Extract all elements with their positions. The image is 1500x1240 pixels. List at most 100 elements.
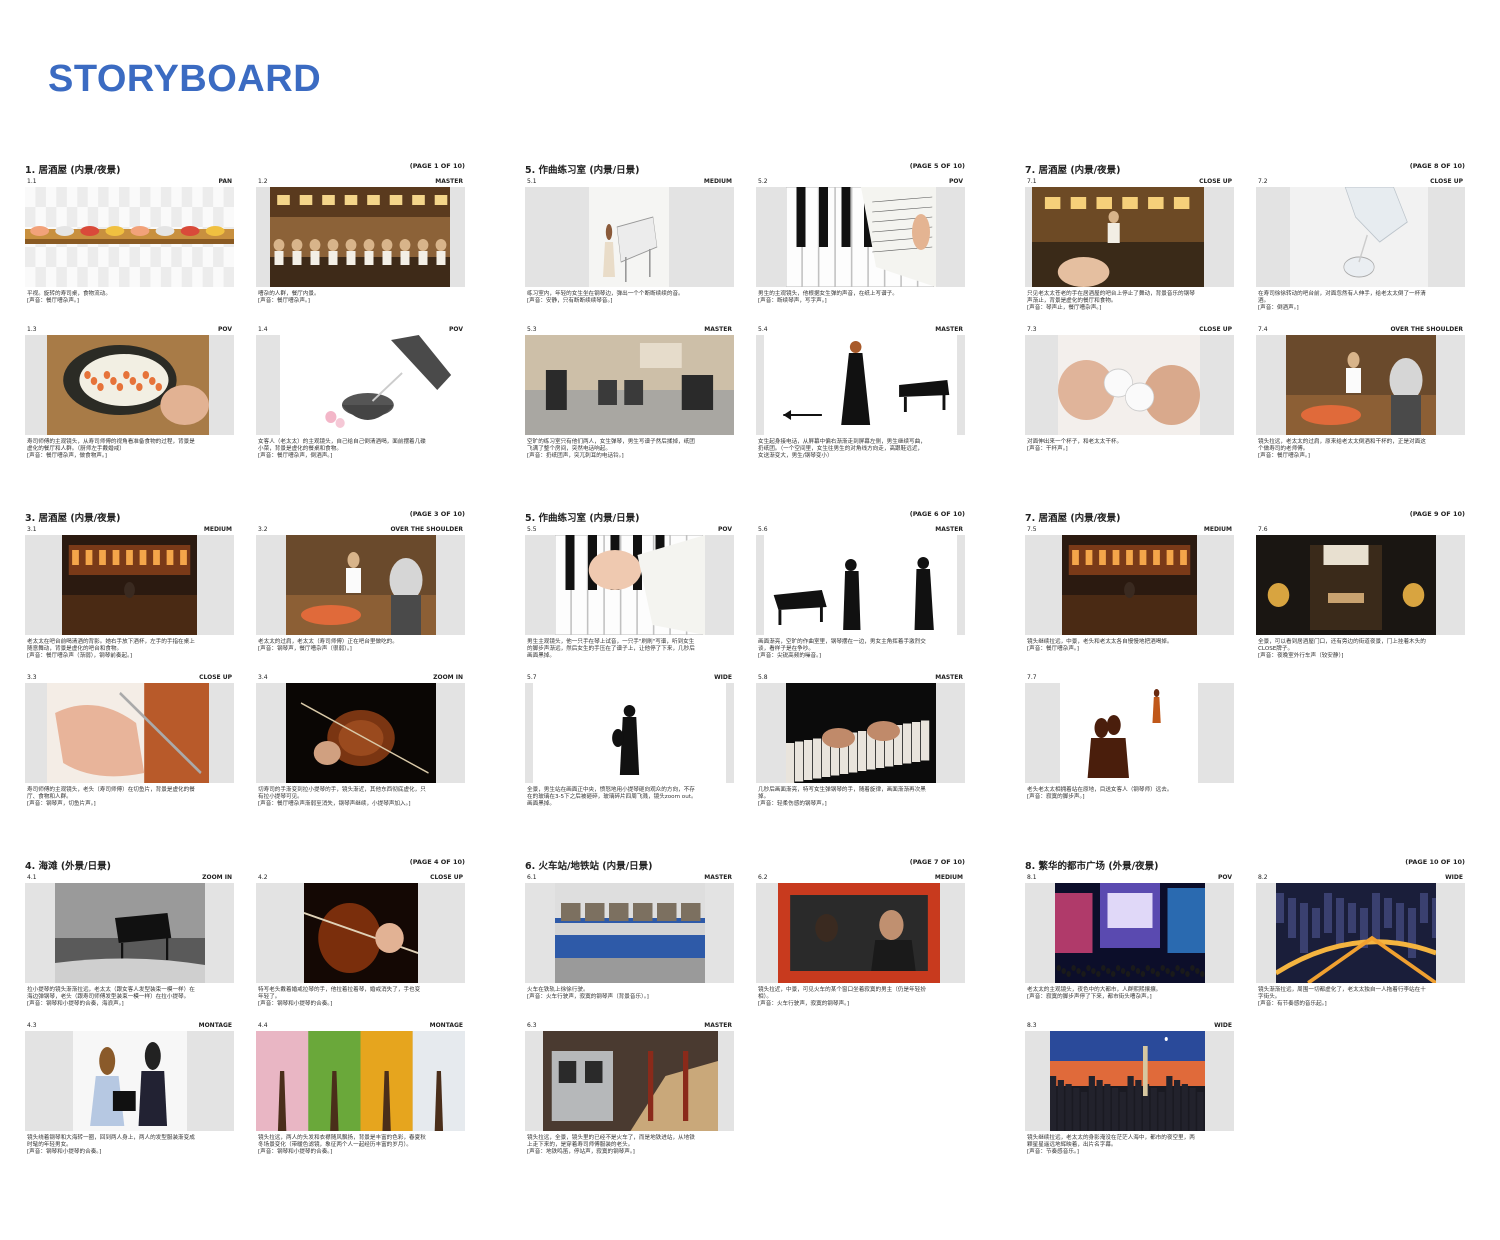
panel-description: 只见老太太苍老的手在居酒屋的吧台上停止了舞动，背景音乐的钢琴 声渐止，背景是虚化的… — [1027, 291, 1232, 313]
page-number-label: (PAGE 5 OF 10) — [909, 162, 965, 170]
description-line: [声音：餐厅嘈杂声渐弱至消失，钢琴声继续，小提琴声加入。] — [258, 801, 411, 808]
panel-description: 几秒后画面渐亮，特写女生弹钢琴的手，随着旋律，画面渐渐再次黑 掉。 [声音：轻柔伤感… — [758, 787, 963, 809]
silhouettes-piano-violin-image — [764, 535, 957, 635]
panel-frame — [525, 335, 734, 435]
shot-type: ZOOM IN — [433, 674, 463, 681]
panel-frame — [756, 535, 965, 635]
description-line: 画面黑掉。 — [527, 801, 555, 808]
shot-number: 7.4 — [1258, 326, 1268, 333]
panel-description: 男生的主观镜头，他根据女生弹的声音，在纸上写谱子。 [声音：断续琴声，写字声。] — [758, 291, 963, 305]
description-line: [声音：火车行驶声，寂寞的钢琴声（背景音乐）。] — [527, 994, 649, 1001]
shot-number: 5.5 — [527, 526, 537, 533]
page-header: 6. 火车站/地铁站 (内景/日景) (PAGE 7 OF 10) — [525, 858, 965, 872]
description-line: 在寿司徐徐转动的吧台前，对面忽然有人伸手，给老太太倒了一杯清 — [1258, 291, 1426, 297]
page-number-label: (PAGE 8 OF 10) — [1409, 162, 1465, 170]
panel-frame — [525, 683, 734, 783]
shot-number: 1.2 — [258, 178, 268, 185]
page-number-label: (PAGE 9 OF 10) — [1409, 510, 1465, 518]
storyboard-page: 6. 火车站/地铁站 (内景/日景) (PAGE 7 OF 10) 6.1 MASTE… — [525, 858, 965, 1188]
page-number-label: (PAGE 7 OF 10) — [909, 858, 965, 866]
four-seasons-trees-image — [256, 1031, 465, 1131]
page-header: 7. 居酒屋 (内景/夜景) (PAGE 9 OF 10) — [1025, 510, 1465, 524]
shot-type: WIDE — [714, 674, 732, 681]
shot-type: CLOSE UP — [1199, 178, 1232, 185]
piano-on-beach-image — [55, 883, 205, 983]
shot-number: 1.3 — [27, 326, 37, 333]
page-header: 4. 海滩 (外景/日景) (PAGE 4 OF 10) — [25, 858, 465, 872]
panel-frame — [525, 187, 734, 287]
shot-number: 6.3 — [527, 1022, 537, 1029]
panel-description: 镜头拉远，老太太的过肩，原来给老太太倒酒和干杯的，正是对面这 个做寿司的老师傅。[… — [1258, 439, 1463, 461]
storyboard-panel: 5.8 MASTER 几秒后画面渐亮，特写女生弹钢琴的手，随着旋律，画面渐渐再次黑掉… — [756, 674, 965, 816]
shot-number: 5.1 — [527, 178, 537, 185]
storyboard-panel: 4.4 MONTAGE 镜头拉远，两人的头发和衣襟随风飘扬，背景是丰富的色彩，春夏秋… — [256, 1022, 465, 1164]
shot-number: 4.3 — [27, 1022, 37, 1029]
panel-description: 镜头继续拉远，中景，老头和老太太各自慢慢地把酒喝掉。 [声音：餐厅嘈杂声。] — [1027, 639, 1232, 653]
shot-number: 8.2 — [1258, 874, 1268, 881]
storyboard-page: 8. 繁华的都市广场 (外景/夜景) (PAGE 10 OF 10) 8.1 POV 老… — [1025, 858, 1465, 1188]
shot-number: 4.2 — [258, 874, 268, 881]
scene-heading: 8. 繁华的都市广场 (外景/夜景) — [1025, 861, 1159, 872]
storyboard-panel: 5.5 POV 男生主观镜头，他一只手在琴上试音，一只手"刷刷"写谱，听到女生 的脚步… — [525, 526, 734, 668]
hand-at-sushi-bar-image — [1032, 187, 1204, 287]
description-line: [声音：尖锐高频的噪音。] — [758, 653, 822, 660]
description-line: [声音：夜晚室外行车声（较安静）] — [1258, 653, 1344, 660]
shot-type: CLOSE UP — [199, 674, 232, 681]
shot-number: 6.1 — [527, 874, 537, 881]
page-number-label: (PAGE 1 OF 10) — [409, 162, 465, 170]
panel-frame — [25, 1031, 234, 1131]
sushi-conveyor-image — [25, 187, 234, 287]
panel-frame — [525, 883, 734, 983]
scene-heading: 7. 居酒屋 (内景/夜景) — [1025, 513, 1121, 524]
blue-train-image — [555, 883, 705, 983]
shot-type: MEDIUM — [703, 178, 732, 185]
panel-description: 镜头拉远，全景，镜头里的已经不是火车了，而是地铁进站，从地铁 上走下来的，是穿着寿… — [527, 1135, 732, 1157]
piano-keys-score-image — [786, 187, 936, 287]
description-line: [声音：火车行驶声，寂寞的钢琴声。] — [758, 1001, 850, 1008]
description-line: [声音：钢琴和小提琴的合奏，海浪声。] — [27, 1001, 124, 1008]
page-header: 3. 居酒屋 (内景/夜景) (PAGE 3 OF 10) — [25, 510, 465, 524]
panel-frame — [256, 683, 465, 783]
panel-frame — [1256, 335, 1465, 435]
panel-frame — [756, 335, 965, 435]
scene-heading: 1. 居酒屋 (内景/夜景) — [25, 165, 121, 176]
storyboard-panel: 7.6 全景，可以看到居酒屋门口，还有旁边的街道夜景，门上挂着木头的 CLOSE牌子… — [1256, 526, 1465, 668]
panel-description: 女生起身接电话，从屏幕中偏右渐渐走到屏幕左侧，男生继续写曲， 扔纸团。（一个空间里… — [758, 439, 963, 461]
sake-bottle-pour-image — [1290, 187, 1428, 287]
panel-description: 寿司师傅的主观镜头，从寿司师傅的视角看准备食物的过程，背景是 虚化的餐厅和人群。（… — [27, 439, 232, 461]
storyboard-panel: 4.3 MONTAGE 镜头绕着钢琴和大海转一圈，回到两人身上，两人的发型服装渐变成… — [25, 1022, 234, 1164]
storyboard-panel: 5.2 POV 男生的主观镜头，他根据女生弹的声音，在纸上写谱子。 [声音：断续琴声，… — [756, 178, 965, 320]
description-line: [声音：餐厅嘈杂声。] — [27, 298, 79, 305]
izakaya-bar-night-image — [1062, 535, 1197, 635]
subway-station-image — [543, 1031, 718, 1131]
scene-heading: 5. 作曲练习室 (内景/日景) — [525, 513, 640, 524]
panel-frame — [1256, 883, 1465, 983]
panel-frame — [25, 535, 234, 635]
storyboard-page: 5. 作曲练习室 (内景/日景) (PAGE 6 OF 10) 5.5 POV 男生主观… — [525, 510, 965, 840]
description-line: [声音：断续琴声，写字声。] — [758, 298, 827, 305]
description-line: 在的玻璃在3-5下之后被砸碎，玻璃碎片四周飞溅，镜头zoom out。 — [527, 794, 697, 801]
shot-number: 5.4 — [758, 326, 768, 333]
sake-pouring-image — [280, 335, 465, 435]
shot-number: 3.3 — [27, 674, 37, 681]
shot-number: 5.6 — [758, 526, 768, 533]
shot-type: ZOOM IN — [202, 874, 232, 881]
izakaya-bar-night-image — [62, 535, 197, 635]
panel-frame — [256, 335, 465, 435]
sushi-roll-making-image — [47, 335, 209, 435]
description-line: [声音：餐厅嘈杂声，做食物声。] — [27, 453, 107, 460]
description-line: 镜头渐渐拉远，周围一切都虚化了，老太太独自一人拖着行李站在十 — [1258, 987, 1426, 993]
hand-on-piano-score-image — [555, 535, 705, 635]
panel-frame — [25, 683, 234, 783]
panel-frame — [756, 187, 965, 287]
shot-type: OVER THE SHOULDER — [390, 526, 463, 533]
storyboard-page: 7. 居酒屋 (内景/夜景) (PAGE 9 OF 10) 7.5 MEDIUM 镜头继… — [1025, 510, 1465, 840]
storyboard-title: STORYBOARD — [48, 58, 322, 100]
description-line: [声音：钢琴和小提琴的合奏。] — [27, 1149, 102, 1156]
shot-type: WIDE — [1214, 1022, 1232, 1029]
sushi-chef-counter-image — [1286, 335, 1436, 435]
page-header: 5. 作曲练习室 (内景/日景) (PAGE 6 OF 10) — [525, 510, 965, 524]
storyboard-panel: 1.3 POV 寿司师傅的主观镜头，从寿司师傅的视角看准备食物的过程，背景是 虚化的餐… — [25, 326, 234, 468]
storyboard-panel: 6.3 MASTER 镜头拉远，全景，镜头里的已经不是火车了，而是地铁进站，从地铁上… — [525, 1022, 734, 1164]
storyboard-panel: 3.4 ZOOM IN 切寿司的手渐变到拉小提琴的手，镜头渐近，其他东西彻底虚化，只… — [256, 674, 465, 816]
